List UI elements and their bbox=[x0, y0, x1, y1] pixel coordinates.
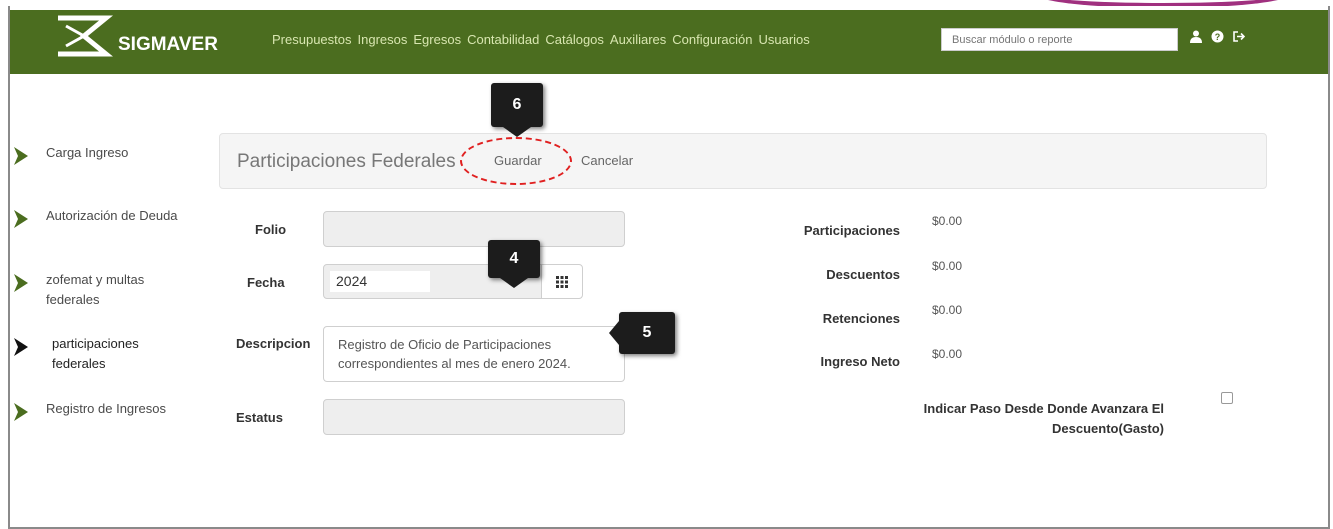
chevron-right-icon bbox=[14, 274, 28, 292]
sidebar-item-label: Carga Ingreso bbox=[46, 145, 129, 160]
logout-icon[interactable] bbox=[1230, 30, 1246, 46]
user-icon[interactable] bbox=[1188, 30, 1204, 46]
highlight-circle bbox=[460, 137, 572, 185]
sidebar-item-label: Registro de Ingresos bbox=[46, 401, 166, 416]
descuento-checkbox[interactable] bbox=[1221, 392, 1233, 404]
svg-text:?: ? bbox=[1214, 32, 1220, 42]
nav-link-egresos[interactable]: Egresos bbox=[413, 32, 461, 47]
calendar-button[interactable] bbox=[541, 264, 583, 299]
sidebar-item-participaciones-federales[interactable]: participaciones federales bbox=[14, 334, 166, 374]
sidebar-item-label: zofemat y multas federales bbox=[46, 272, 145, 307]
calendar-grid-icon bbox=[556, 275, 568, 288]
descripcion-label: Descripcion bbox=[236, 336, 311, 351]
estatus-field[interactable] bbox=[323, 399, 625, 435]
descripcion-textarea[interactable]: Registro de Oficio de Participaciones co… bbox=[323, 326, 625, 382]
fecha-label: Fecha bbox=[247, 275, 285, 290]
ingreso-neto-label: Ingreso Neto bbox=[820, 354, 900, 369]
sidebar-item-autorizacion-deuda[interactable]: Autorización de Deuda bbox=[14, 206, 206, 228]
sidebar-item-label: participaciones federales bbox=[52, 336, 139, 371]
sidebar-item-zofemat[interactable]: zofemat y multas federales bbox=[14, 270, 166, 310]
cancel-button[interactable]: Cancelar bbox=[581, 153, 633, 168]
top-navbar: SIGMAVER Presupuestos Ingresos Egresos C… bbox=[10, 10, 1328, 74]
chevron-right-icon bbox=[14, 403, 28, 421]
ingreso-neto-value: $0.00 bbox=[932, 347, 963, 361]
participaciones-value: $0.00 bbox=[932, 214, 963, 228]
logo[interactable]: SIGMAVER bbox=[54, 14, 218, 66]
window-frame bbox=[8, 6, 1330, 529]
nav-icon-group: ? bbox=[1188, 30, 1246, 46]
nav-link-auxiliares[interactable]: Auxiliares bbox=[610, 32, 666, 47]
estatus-label: Estatus bbox=[236, 410, 283, 425]
nav-link-catalogos[interactable]: Catálogos bbox=[545, 32, 604, 47]
nav-link-configuracion[interactable]: Configuración bbox=[672, 32, 752, 47]
nav-link-contabilidad[interactable]: Contabilidad bbox=[467, 32, 539, 47]
descuentos-value: $0.00 bbox=[932, 259, 963, 273]
nav-link-usuarios[interactable]: Usuarios bbox=[758, 32, 809, 47]
nav-link-presupuestos[interactable]: Presupuestos bbox=[272, 32, 352, 47]
descuentos-label: Descuentos bbox=[826, 267, 900, 282]
sidebar-item-carga-ingreso[interactable]: Carga Ingreso bbox=[14, 143, 206, 165]
page-title: Participaciones Federales bbox=[237, 151, 456, 172]
retenciones-label: Retenciones bbox=[822, 311, 900, 326]
search-input[interactable] bbox=[941, 28, 1178, 51]
step-callout-5: 5 bbox=[619, 312, 675, 354]
folio-field[interactable] bbox=[323, 211, 625, 247]
step-callout-4: 4 bbox=[488, 240, 540, 278]
chevron-right-icon bbox=[14, 147, 28, 165]
brand-name: SIGMAVER bbox=[118, 34, 218, 55]
sigmaver-logo-icon bbox=[58, 15, 114, 57]
chevron-right-icon bbox=[14, 338, 28, 356]
participaciones-label: Participaciones bbox=[803, 223, 900, 238]
nav-link-ingresos[interactable]: Ingresos bbox=[358, 32, 408, 47]
chevron-right-icon bbox=[14, 210, 28, 228]
main-nav: Presupuestos Ingresos Egresos Contabilid… bbox=[272, 32, 810, 47]
descuento-checkbox-label: Indicar Paso Desde Donde Avanzara El Des… bbox=[923, 401, 1164, 436]
form-toolbar: Participaciones Federales Guardar Cancel… bbox=[219, 133, 1267, 189]
step-callout-6: 6 bbox=[491, 83, 543, 127]
sidebar-item-label: Autorización de Deuda bbox=[46, 208, 178, 223]
folio-label: Folio bbox=[255, 222, 287, 237]
sidebar-item-registro-ingresos[interactable]: Registro de Ingresos bbox=[14, 399, 206, 421]
fecha-value: 2024 bbox=[336, 273, 368, 289]
help-icon[interactable]: ? bbox=[1209, 30, 1225, 46]
retenciones-value: $0.00 bbox=[932, 303, 963, 317]
